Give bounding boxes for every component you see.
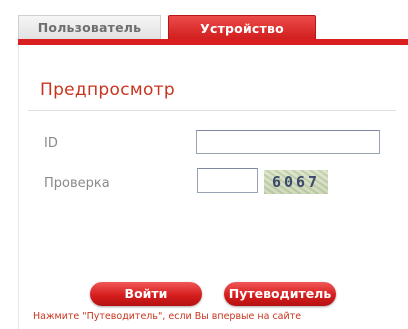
tab-bar: Пользователь Устройство bbox=[18, 15, 408, 45]
hint-text: Нажмите "Путеводитель", если Вы впервые … bbox=[33, 311, 302, 322]
captcha-image: 6067 bbox=[264, 170, 328, 194]
check-input[interactable] bbox=[197, 168, 258, 193]
check-label: Проверка bbox=[44, 176, 110, 191]
panel-title: Предпросмотр bbox=[40, 80, 175, 100]
tab-user[interactable]: Пользователь bbox=[18, 15, 161, 39]
id-label: ID bbox=[44, 136, 58, 151]
guide-button[interactable]: Путеводитель bbox=[224, 282, 336, 306]
title-divider bbox=[28, 110, 396, 111]
tab-device[interactable]: Устройство bbox=[168, 15, 316, 41]
login-button[interactable]: Войти bbox=[90, 282, 202, 306]
login-page: Пользователь Устройство Предпросмотр ID … bbox=[0, 0, 408, 329]
id-input[interactable] bbox=[196, 130, 380, 154]
